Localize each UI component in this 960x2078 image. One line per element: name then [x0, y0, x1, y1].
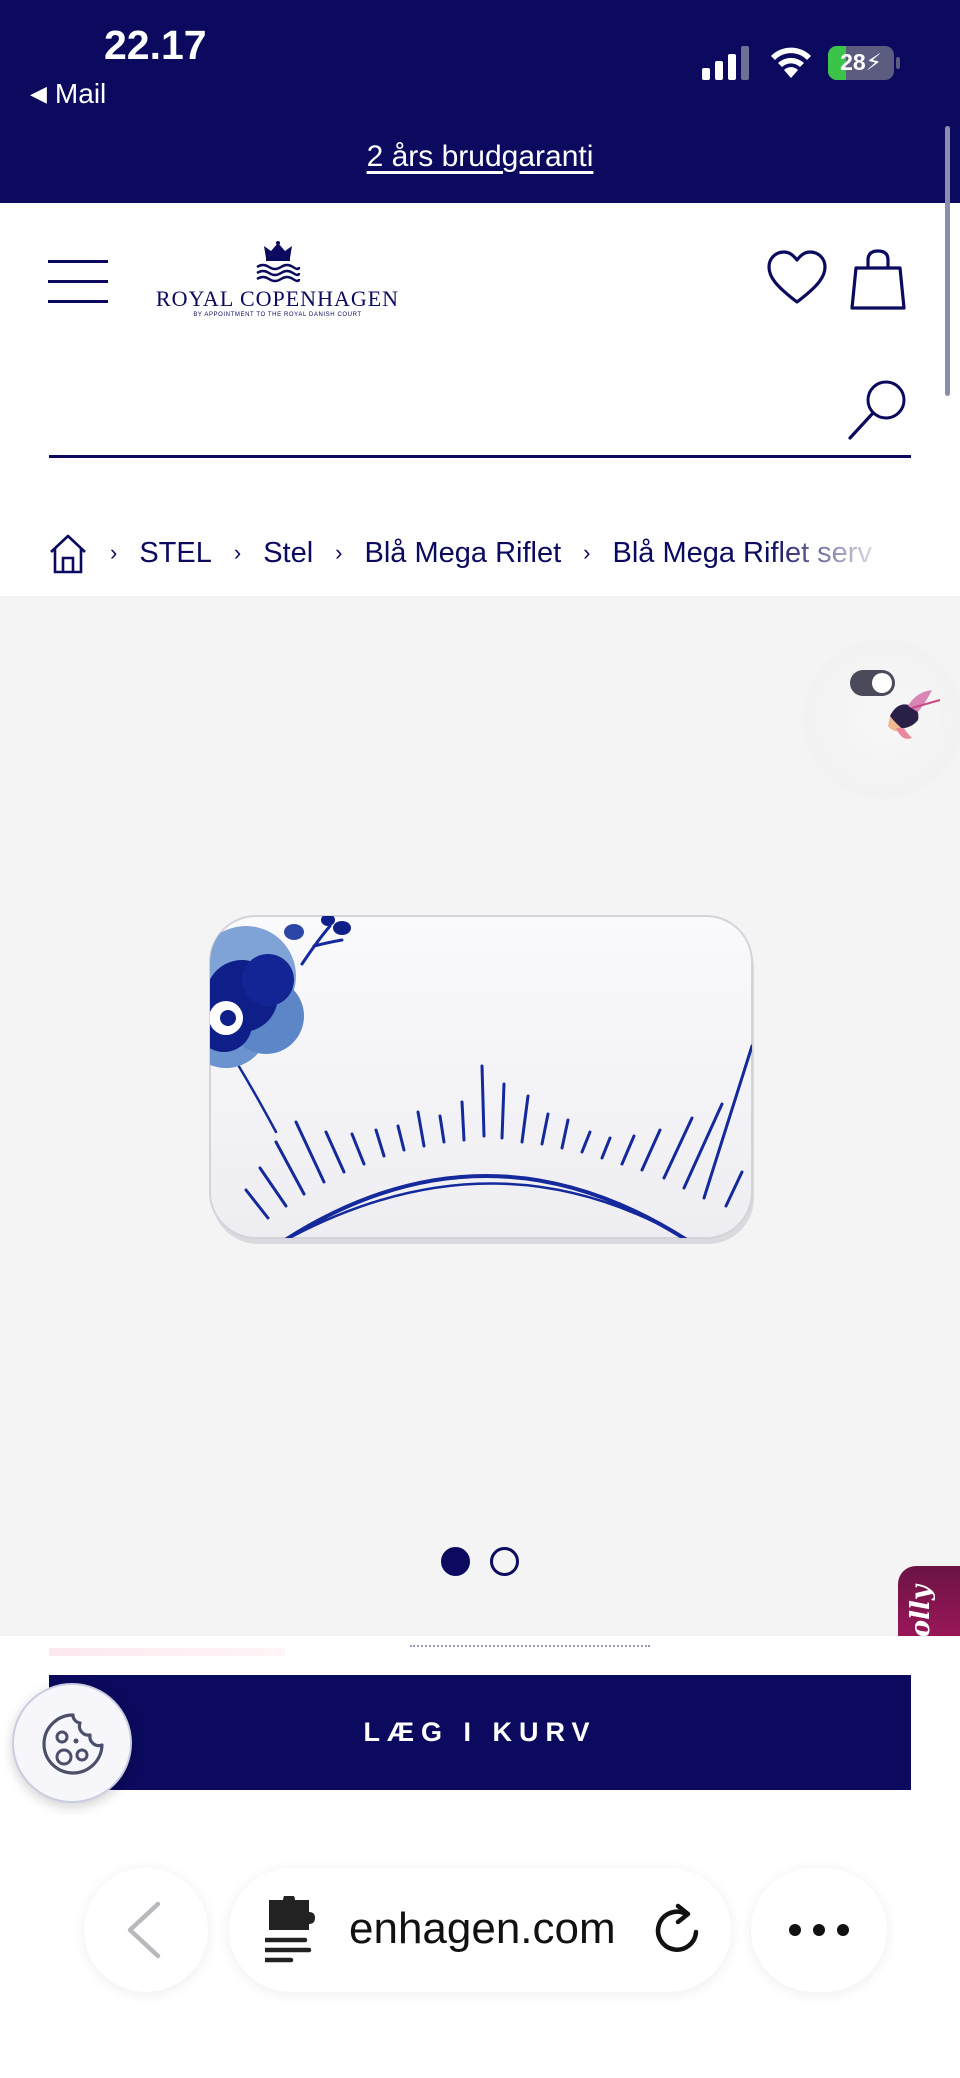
add-to-cart-button[interactable]: LÆG I KURV — [49, 1675, 911, 1790]
cookie-icon — [42, 1713, 104, 1775]
battery-nub — [896, 57, 900, 69]
shopping-bag-icon[interactable] — [848, 248, 908, 312]
url-text: enhagen.com — [349, 1904, 616, 1953]
breadcrumb-item[interactable]: Blå Mega Riflet — [365, 537, 562, 570]
reload-icon[interactable] — [650, 1902, 706, 1958]
hummingbird-icon — [888, 690, 941, 739]
search-input[interactable] — [49, 380, 829, 444]
warranty-banner-link[interactable]: 2 års brudgaranti — [0, 140, 960, 174]
chevron-right-icon: › — [233, 540, 242, 565]
chevron-right-icon: › — [335, 540, 343, 565]
breadcrumb-item[interactable]: Stel — [263, 537, 313, 570]
more-options-button[interactable] — [751, 1868, 887, 1992]
address-bar[interactable]: enhagen.com — [229, 1868, 731, 1992]
menu-icon[interactable] — [48, 258, 110, 306]
page-menu-puzzle-icon[interactable] — [265, 1896, 319, 1964]
product-image-serving-platter[interactable] — [206, 906, 756, 1246]
top-banner-area: 22.17 ◀ Mail 28⚡︎ 2 års brudgaranti — [0, 0, 960, 203]
cellular-signal-icon — [702, 46, 749, 80]
back-triangle-icon: ◀ — [30, 81, 47, 106]
partially-hidden-text — [410, 1645, 650, 1655]
battery-indicator: 28⚡︎ — [828, 46, 894, 80]
crown-waves-logo-icon — [255, 241, 300, 283]
partially-hidden-element — [49, 1648, 285, 1656]
home-icon[interactable] — [48, 531, 88, 575]
logo-tagline: BY APPOINTMENT TO THE ROYAL DANISH COURT — [193, 312, 362, 318]
wishlist-heart-icon[interactable] — [766, 248, 828, 310]
search-icon[interactable] — [846, 378, 910, 442]
chevron-left-icon — [127, 1901, 161, 1959]
browser-back-button[interactable] — [84, 1868, 208, 1992]
search-field[interactable] — [49, 370, 911, 458]
back-app-label: Mail — [54, 78, 107, 109]
pagination-dot[interactable] — [490, 1547, 519, 1576]
royal-copenhagen-logo[interactable]: ROYAL COPENHAGEN BY APPOINTMENT TO THE R… — [145, 240, 410, 325]
page-scrollbar[interactable] — [945, 126, 950, 396]
breadcrumb-item[interactable]: STEL — [139, 537, 212, 570]
chevron-right-icon: › — [583, 540, 591, 565]
cookie-settings-button[interactable] — [12, 1683, 132, 1803]
status-time: 22.17 — [104, 22, 207, 68]
wifi-icon — [771, 47, 811, 78]
back-to-mail-link[interactable]: ◀ Mail — [30, 78, 106, 110]
logo-brand-text: ROYAL COPENHAGEN — [155, 286, 400, 311]
breadcrumb: › STEL › Stel › Blå Mega Riflet › Blå Me… — [0, 510, 960, 596]
pagination-dot-active[interactable] — [441, 1547, 470, 1576]
breadcrumb-current-item: Blå Mega Riflet serv — [612, 536, 872, 569]
battery-percent: 28⚡︎ — [840, 49, 882, 75]
gallery-pagination — [0, 1547, 960, 1576]
chevron-right-icon: › — [110, 540, 118, 565]
